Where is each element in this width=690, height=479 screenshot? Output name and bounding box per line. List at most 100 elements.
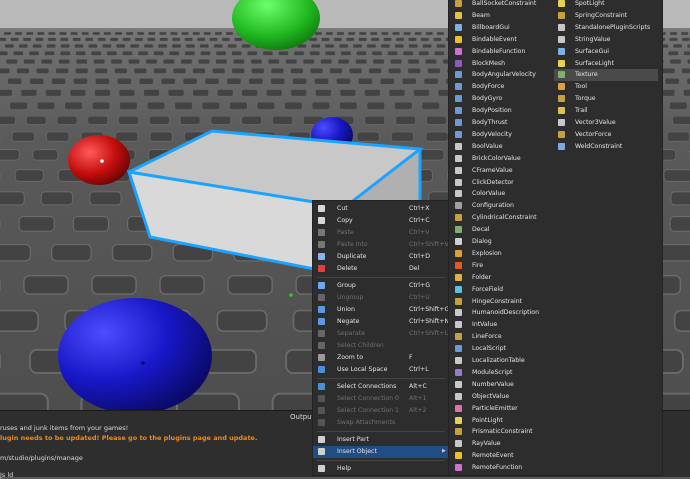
bindable-function-icon [455, 47, 462, 55]
insert-item-cylindricalconstraint[interactable]: CylindricalConstraint [451, 212, 555, 224]
baseplate-tile [381, 31, 389, 36]
baseplate-tile [310, 43, 321, 49]
surfacelight-icon [558, 59, 565, 67]
context-menu-item-label: Select Connection 0 [337, 395, 399, 402]
baseplate-tile [681, 67, 690, 74]
insert-item-bodythrust[interactable]: BodyThrust [451, 117, 555, 129]
context-menu-item-help[interactable]: Help [313, 463, 449, 475]
insert-item-explosion[interactable]: Explosion [451, 248, 555, 260]
insert-item-dialog[interactable]: Dialog [451, 236, 555, 248]
baseplate-tile [436, 43, 446, 49]
insert-item-cframevalue[interactable]: CFrameValue [451, 165, 555, 177]
context-menu-item-delete[interactable]: Delete Del [313, 263, 449, 275]
insert-item-standalonepluginscripts[interactable]: StandalonePluginScripts [554, 22, 658, 34]
insert-item-bodyvelocity[interactable]: BodyVelocity [451, 129, 555, 141]
insert-item-ballsocketconstraint[interactable]: BallSocketConstraint [451, 0, 555, 10]
context-menu[interactable]: Cut Ctrl+X Copy Ctrl+C Paste Ctrl+V Paste Into… [312, 200, 450, 476]
context-menu-item-union[interactable]: Union Ctrl+Shift+G [313, 304, 449, 316]
insert-item-bodygyro[interactable]: BodyGyro [451, 93, 555, 105]
insert-item-bodyforce[interactable]: BodyForce [451, 81, 555, 93]
green-sphere[interactable] [232, 0, 320, 50]
insert-item-bindableevent[interactable]: BindableEvent [451, 34, 555, 46]
insert-item-vector3value[interactable]: Vector3Value [554, 117, 658, 129]
insert-item-beam[interactable]: Beam [451, 10, 555, 22]
red-sphere-pivot [100, 159, 104, 163]
insert-item-forcefield[interactable]: ForceField [451, 284, 555, 296]
insert-item-surfacegui[interactable]: SurfaceGui [554, 46, 658, 58]
insert-item-folder[interactable]: Folder [451, 272, 555, 284]
insert-item-bodyposition[interactable]: BodyPosition [451, 105, 555, 117]
insert-item-rayvalue[interactable]: RayValue [451, 438, 555, 450]
insert-item-springconstraint[interactable]: SpringConstraint [554, 10, 658, 22]
insert-item-pointlight[interactable]: PointLight [451, 415, 555, 427]
baseplate-tile [427, 67, 441, 74]
insert-item-configuration[interactable]: Configuration [451, 200, 555, 212]
insert-item-numbervalue[interactable]: NumberValue [451, 379, 555, 391]
baseplate-tile [145, 58, 158, 65]
baseplate-tile [170, 31, 178, 36]
insert-item-localscript[interactable]: LocalScript [451, 343, 555, 355]
insert-item-particleemitter[interactable]: ParticleEmitter [451, 403, 555, 415]
insert-item-trail[interactable]: Trail [554, 105, 658, 117]
context-menu-item-paste-into: Paste Into Ctrl+Shift+V [313, 239, 449, 251]
insert-item-stringvalue[interactable]: StringValue [554, 34, 658, 46]
baseplate-tile [309, 67, 324, 74]
explosion-icon [455, 249, 462, 257]
context-menu-item-group[interactable]: Group Ctrl+G [313, 280, 449, 292]
insert-item-prismaticconstraint[interactable]: PrismaticConstraint [451, 426, 555, 438]
context-menu-item-copy[interactable]: Copy Ctrl+C [313, 215, 449, 227]
insert-item-remoteevent[interactable]: RemoteEvent [451, 450, 555, 462]
bindable-event-icon [455, 35, 462, 43]
red-sphere[interactable] [68, 135, 130, 185]
insert-item-localizationtable[interactable]: LocalizationTable [451, 355, 555, 367]
context-menu-item-cut[interactable]: Cut Ctrl+X [313, 203, 449, 215]
insert-item-hingeconstraint[interactable]: HingeConstraint [451, 296, 555, 308]
baseplate-tile [290, 67, 304, 74]
insert-item-torque[interactable]: Torque [554, 93, 658, 105]
insert-item-boolvalue[interactable]: BoolValue [451, 141, 555, 153]
insert-item-colorvalue[interactable]: ColorValue [451, 188, 555, 200]
baseplate-tile [10, 37, 19, 42]
insert-item-tool[interactable]: Tool [554, 81, 658, 93]
insert-item-surfacelight[interactable]: SurfaceLight [554, 58, 658, 70]
context-menu-item-duplicate[interactable]: Duplicate Ctrl+D [313, 251, 449, 263]
baseplate-tile [4, 43, 15, 49]
insert-item-remotefunction[interactable]: RemoteFunction [451, 462, 555, 474]
baseplate-tile [229, 101, 248, 110]
insert-item-intvalue[interactable]: IntValue [451, 319, 555, 331]
insert-item-lineforce[interactable]: LineForce [451, 331, 555, 343]
baseplate-tile [28, 50, 40, 56]
blue-sphere-large[interactable] [58, 298, 212, 410]
insert-item-label: PrismaticConstraint [472, 428, 533, 436]
insert-item-blockmesh[interactable]: BlockMesh [451, 58, 555, 70]
insert-item-bindablefunction[interactable]: BindableFunction [451, 46, 555, 58]
insert-item-vectorforce[interactable]: VectorForce [554, 129, 658, 141]
paste-icon [318, 229, 325, 236]
insert-item-objectvalue[interactable]: ObjectValue [451, 391, 555, 403]
insert-item-modulescript[interactable]: ModuleScript [451, 367, 555, 379]
baseplate-tile [311, 101, 331, 110]
baseplate-tile [340, 50, 352, 56]
insert-item-decal[interactable]: Decal [451, 224, 555, 236]
insert-item-brickcolorvalue[interactable]: BrickColorValue [451, 153, 555, 165]
context-menu-item-zoom-to[interactable]: Zoom to F [313, 352, 449, 364]
context-menu-item-use-local-space[interactable]: Use Local Space Ctrl+L [313, 364, 449, 376]
insert-item-bodyangularvelocity[interactable]: BodyAngularVelocity [451, 69, 555, 81]
select-connections-icon [318, 383, 325, 390]
insert-item-weldconstraint[interactable]: WeldConstraint [554, 141, 658, 153]
baseplate-tile [153, 67, 167, 74]
insert-item-texture[interactable]: Texture [554, 69, 658, 82]
insert-item-clickdetector[interactable]: ClickDetector [451, 177, 555, 189]
context-menu-item-select-connections[interactable]: Select Connections Alt+C [313, 381, 449, 393]
baseplate-tile [118, 115, 139, 125]
insert-item-spotlight[interactable]: SpotLight [554, 0, 658, 10]
insert-item-humanoiddescription[interactable]: HumanoidDescription [451, 307, 555, 319]
insert-item-fire[interactable]: Fire [451, 260, 555, 272]
insert-item-billboardgui[interactable]: BillboardGui [451, 22, 555, 34]
context-menu-item-insert-object[interactable]: Insert Object ▶ [313, 446, 449, 458]
context-menu-item-insert-part[interactable]: Insert Part [313, 434, 449, 446]
baseplate-tile [395, 37, 405, 42]
insert-object-submenu[interactable]: BallSocketConstraint Beam BillboardGui Bind… [448, 0, 663, 476]
baseplate-tile [669, 58, 682, 65]
context-menu-item-negate[interactable]: Negate Ctrl+Shift+N [313, 316, 449, 328]
